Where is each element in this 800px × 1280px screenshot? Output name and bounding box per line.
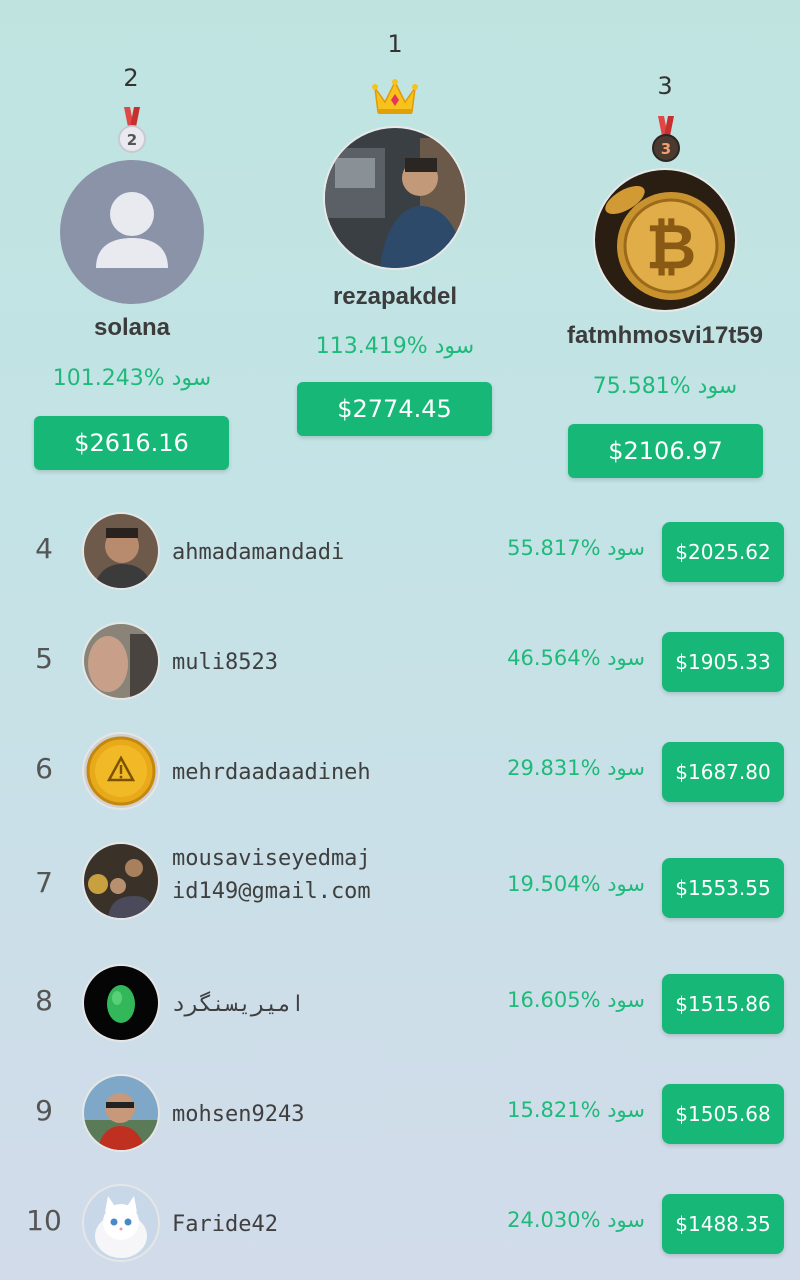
avatar[interactable] <box>82 964 160 1042</box>
list-item[interactable]: 6 mehrdaadaadineh 29.831% سود $1687.80 <box>0 732 800 812</box>
list-item[interactable]: 7 mousaviseyedmajid149@gmail.com 19.504%… <box>0 842 800 952</box>
list-username[interactable]: mehrdaadaadineh <box>172 756 372 789</box>
avatar[interactable] <box>82 842 160 920</box>
podium-profit-3: 75.581% سود <box>592 374 738 399</box>
avatar-solana-placeholder-icon[interactable] <box>60 160 204 304</box>
medal-2-icon: 2 <box>116 107 148 155</box>
list-username[interactable]: Faride42 <box>172 1208 372 1241</box>
list-item[interactable]: 9 mohsen9243 15.821% سود $1505.68 <box>0 1074 800 1154</box>
list-amount-button[interactable]: $1505.68 <box>662 1084 784 1144</box>
podium-profit-1: 113.419% سود <box>315 334 475 359</box>
podium-amount-3-button[interactable]: $2106.97 <box>568 424 763 478</box>
list-item[interactable]: 4 ahmadamandadi 55.817% سود $2025.62 <box>0 512 800 592</box>
rank-number-2: 2 <box>123 64 139 92</box>
rank-number: 8 <box>35 984 53 1017</box>
list-amount-button[interactable]: $2025.62 <box>662 522 784 582</box>
list-profit: 19.504% سود <box>507 872 645 896</box>
list-profit: 24.030% سود <box>507 1208 645 1232</box>
list-profit: 46.564% سود <box>507 646 645 670</box>
list-username[interactable]: mousaviseyedmajid149@gmail.com <box>172 842 372 908</box>
avatar-rezapakdel[interactable] <box>323 126 467 270</box>
rank-number: 4 <box>35 532 53 565</box>
rank-number: 5 <box>35 642 53 675</box>
podium-amount-2-button[interactable]: $2616.16 <box>34 416 229 470</box>
rank-number: 6 <box>35 752 53 785</box>
podium-username-2[interactable]: solana <box>32 314 232 342</box>
list-amount-button[interactable]: $1515.86 <box>662 974 784 1034</box>
medal-3-label: 3 <box>661 140 671 158</box>
rank-number: 10 <box>26 1204 62 1237</box>
podium-profit-2: 101.243% سود <box>52 366 212 391</box>
podium-amount-1-button[interactable]: $2774.45 <box>297 382 492 436</box>
list-amount-button[interactable]: $1687.80 <box>662 742 784 802</box>
list-username[interactable]: mohsen9243 <box>172 1098 372 1131</box>
rank-number-3: 3 <box>657 72 673 100</box>
list-item[interactable]: 10 Faride42 24.030% سود $1488.35 <box>0 1184 800 1264</box>
list-item[interactable]: 8 امیریسنگرد 16.605% سود $1515.86 <box>0 964 800 1044</box>
list-username[interactable]: امیریسنگرد <box>172 988 372 1021</box>
list-amount-button[interactable]: $1553.55 <box>662 858 784 918</box>
list-profit: 55.817% سود <box>507 536 645 560</box>
medal-2-label: 2 <box>127 131 137 149</box>
podium-username-1[interactable]: rezapakdel <box>295 283 495 311</box>
list-username[interactable]: ahmadamandadi <box>172 536 372 569</box>
avatar[interactable] <box>82 622 160 700</box>
list-username[interactable]: muli8523 <box>172 646 372 679</box>
list-profit: 16.605% سود <box>507 988 645 1012</box>
avatar[interactable] <box>82 512 160 590</box>
avatar-fatmhmosvi17t59[interactable]: ₿ <box>593 168 737 312</box>
avatar[interactable] <box>82 732 160 810</box>
avatar[interactable] <box>82 1184 160 1262</box>
avatar[interactable] <box>82 1074 160 1152</box>
svg-text:₿: ₿ <box>646 210 697 283</box>
rank-number: 7 <box>35 866 53 899</box>
crown-icon <box>372 78 418 118</box>
list-profit: 29.831% سود <box>507 756 645 780</box>
rank-number: 9 <box>35 1094 53 1127</box>
rank-number-1: 1 <box>387 30 403 58</box>
list-profit: 15.821% سود <box>507 1098 645 1122</box>
podium-username-3[interactable]: fatmhmosvi17t59 <box>545 322 785 350</box>
list-amount-button[interactable]: $1488.35 <box>662 1194 784 1254</box>
medal-3-icon: 3 <box>650 116 682 164</box>
list-item[interactable]: 5 muli8523 46.564% سود $1905.33 <box>0 622 800 702</box>
list-amount-button[interactable]: $1905.33 <box>662 632 784 692</box>
